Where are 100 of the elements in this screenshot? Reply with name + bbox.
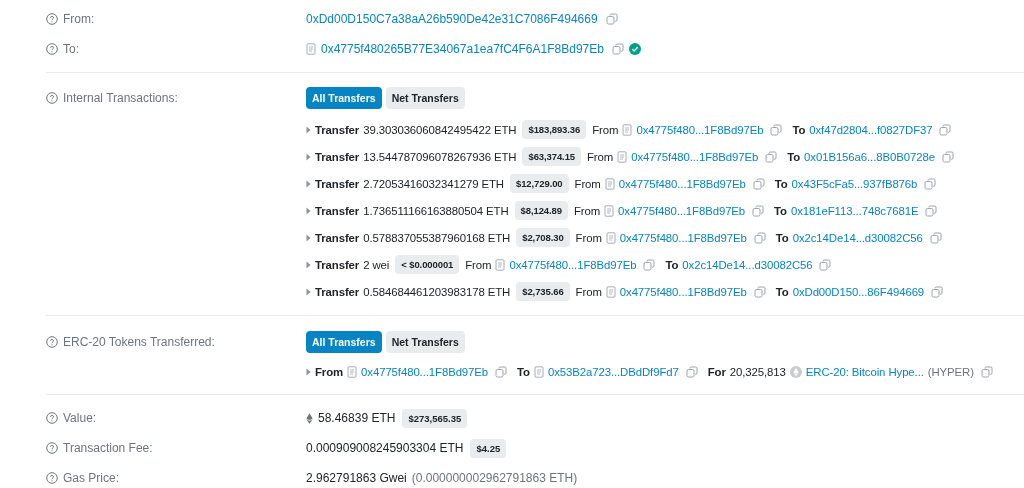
address-link[interactable]: 0x4775f480...1F8Bd97Eb (619, 231, 747, 244)
help-icon (46, 336, 58, 348)
copy-icon[interactable] (685, 365, 698, 378)
copy-icon[interactable] (931, 285, 944, 298)
transfer-amount: 2 wei (363, 258, 390, 271)
eth-equivalent: (0.000000002962791863 ETH) (411, 471, 578, 485)
address-link[interactable]: 0x181eF113...748c7681E (791, 204, 919, 217)
amount-value: 0.000909008245903304 ETH (306, 441, 464, 455)
copy-icon[interactable] (770, 123, 783, 136)
copy-icon[interactable] (752, 177, 765, 190)
amount-value: 2.962791863 Gwei (306, 471, 407, 485)
address-link[interactable]: 0x4775f480...1F8Bd97Eb (631, 150, 759, 163)
document-icon (495, 258, 506, 271)
to-word: To (775, 231, 789, 244)
copy-icon[interactable] (819, 258, 832, 271)
document-icon (622, 123, 633, 136)
caret-icon[interactable] (306, 367, 311, 376)
copy-icon[interactable] (753, 231, 766, 244)
transfer-amount: 0.578837055387960168 ETH (363, 231, 511, 244)
filter-tab[interactable]: Net Transfers (385, 331, 465, 353)
usd-value: $63,374.15 (522, 147, 581, 166)
usd-value: $8,124.89 (514, 201, 568, 220)
caret-icon[interactable] (306, 125, 311, 134)
address-link[interactable]: 0xDd00D150...86F494669 (792, 285, 925, 298)
copy-icon[interactable] (924, 177, 937, 190)
to-word: To (787, 150, 801, 163)
filter-tab[interactable]: Net Transfers (385, 87, 465, 109)
from-word: From (573, 204, 601, 217)
to-word: To (774, 177, 788, 190)
usd-value: $12,729.00 (510, 174, 569, 193)
from-word: From (574, 177, 601, 190)
to-word: To (665, 258, 679, 271)
address-link[interactable]: 0x4775f480265B77E34067a1ea7fC4F6A1F8Bd97Eb (321, 42, 604, 56)
copy-icon[interactable] (643, 258, 656, 271)
filter-tab[interactable]: All Transfers (306, 87, 382, 109)
token-symbol: (HYPER) (927, 365, 974, 378)
usd-value: $4.25 (470, 438, 507, 458)
caret-icon[interactable] (306, 152, 311, 161)
transfer-amount: 0.584684461203983178 ETH (363, 285, 511, 298)
to-word: To (775, 285, 789, 298)
transfer-amount: 2.72053416032341279 ETH (363, 177, 504, 190)
field-label: Internal Transactions: (63, 91, 178, 105)
transfer-word: Transfer (315, 123, 360, 136)
address-link[interactable]: 0x2c14De14...d30082C56 (792, 231, 923, 244)
transfer-word: Transfer (315, 285, 360, 298)
document-icon (347, 365, 358, 378)
to-word: To (517, 365, 530, 378)
copy-icon[interactable] (941, 150, 954, 163)
copy-icon[interactable] (611, 43, 624, 55)
help-icon (46, 412, 58, 424)
address-link[interactable]: 0xf47d2804...f0827DF37 (809, 123, 933, 136)
address-link[interactable]: 0x2c14De14...d30082C56 (682, 258, 813, 271)
copy-icon[interactable] (753, 285, 766, 298)
to-word: To (774, 204, 787, 217)
document-icon (605, 231, 616, 244)
usd-value: $273,565.35 (402, 408, 468, 428)
document-icon (604, 177, 615, 190)
copy-icon[interactable] (605, 13, 618, 25)
copy-icon[interactable] (752, 204, 765, 217)
document-icon (306, 43, 316, 55)
caret-icon[interactable] (306, 260, 311, 269)
copy-icon[interactable] (929, 231, 942, 244)
from-word: From (575, 231, 602, 244)
address-link[interactable]: 0x53B2a723...DBdDf9Fd7 (547, 365, 679, 378)
help-icon (46, 472, 58, 484)
for-word: For (707, 365, 726, 378)
field-label: Value: (63, 411, 97, 425)
address-link[interactable]: 0x43F5cFa5...937fB876b (791, 177, 918, 190)
filter-tab[interactable]: All Transfers (306, 331, 382, 353)
address-link[interactable]: 0x4775f480...1F8Bd97Eb (636, 123, 764, 136)
address-link[interactable]: 0x4775f480...1F8Bd97Eb (509, 258, 637, 271)
address-link[interactable]: 0xDd00D150C7a38aA26b590De42e31C7086F494669 (306, 12, 598, 26)
copy-icon[interactable] (495, 365, 508, 378)
copy-icon[interactable] (925, 204, 938, 217)
from-word: From (315, 365, 344, 378)
caret-icon[interactable] (306, 233, 311, 242)
document-icon (533, 365, 544, 378)
address-link[interactable]: 0x4775f480...1F8Bd97Eb (619, 285, 747, 298)
transfer-word: Transfer (315, 231, 360, 244)
from-word: From (592, 123, 619, 136)
caret-icon[interactable] (306, 206, 311, 215)
token-link[interactable]: ERC-20: Bitcoin Hype... (805, 365, 924, 378)
token-icon (789, 365, 802, 378)
from-word: From (575, 285, 602, 298)
document-icon (617, 150, 628, 163)
address-link[interactable]: 0x01B156a6...8B0B0728e (804, 150, 935, 163)
copy-icon[interactable] (765, 150, 778, 163)
address-link[interactable]: 0x4775f480...1F8Bd97Eb (618, 177, 746, 190)
copy-icon[interactable] (939, 123, 952, 136)
caret-icon[interactable] (306, 179, 311, 188)
address-link[interactable]: 0x4775f480...1F8Bd97Eb (361, 365, 489, 378)
document-icon (604, 204, 615, 217)
amount-value: 58.46839 ETH (318, 411, 396, 425)
transfer-word: Transfer (315, 204, 360, 217)
transfer-word: Transfer (315, 177, 360, 190)
caret-icon[interactable] (306, 287, 311, 296)
field-label: Transaction Fee: (63, 441, 153, 455)
address-link[interactable]: 0x4775f480...1F8Bd97Eb (618, 204, 746, 217)
copy-icon[interactable] (980, 365, 993, 378)
transfer-amount: 39.303036060842495422 ETH (363, 123, 517, 136)
